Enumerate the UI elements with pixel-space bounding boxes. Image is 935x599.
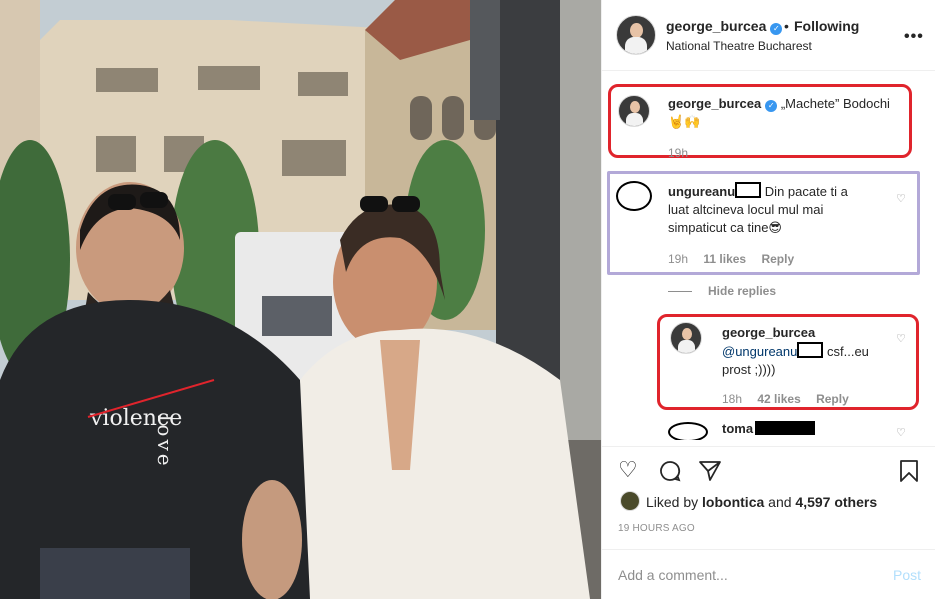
comment-time[interactable]: 19h (668, 252, 688, 266)
add-comment-bar: Post (602, 549, 935, 599)
liked-by-and: and (768, 494, 792, 510)
comment-text-line3: simpaticut ca tine😎 (668, 220, 782, 235)
post-photo[interactable]: violence love (0, 0, 601, 599)
reply-time[interactable]: 18h (722, 392, 742, 406)
caption-text: „Machete” Bodochi (780, 96, 890, 111)
liked-by-prefix: Liked by (646, 494, 699, 510)
post-timestamp[interactable]: 19 HOURS AGO (618, 523, 695, 534)
header-separator: • (784, 18, 789, 34)
hide-replies-button[interactable]: Hide replies (668, 284, 776, 298)
shirt-text-love: love (153, 415, 177, 469)
liked-by-others[interactable]: 4,597 others (795, 494, 877, 510)
caption-body: george_burcea ✓ „Machete” Bodochi 🤘🙌 (668, 95, 898, 131)
caption-avatar[interactable] (618, 95, 650, 127)
verified-badge-icon: ✓ (770, 23, 783, 35)
reply-username[interactable]: george_burcea (722, 324, 902, 342)
redacted-avatar (616, 181, 652, 211)
caption-time[interactable]: 19h (668, 146, 688, 160)
comment-reply-button[interactable]: Reply (761, 252, 794, 266)
post-location[interactable]: National Theatre Bucharest (666, 39, 812, 53)
author-username-row[interactable]: george_burcea ✓ (666, 18, 783, 35)
comment-like-heart-icon[interactable]: ♡ (896, 192, 906, 205)
partial-comment-body: toma (722, 420, 816, 438)
comment-username[interactable]: ungureanu (668, 184, 735, 199)
partial-comment-username[interactable]: toma (722, 421, 753, 436)
following-button[interactable]: Following (794, 18, 859, 34)
post-actions: ♡ Liked by lobontica and 4,597 others 19… (602, 446, 935, 599)
caption-emoji: 🤘🙌 (668, 114, 701, 129)
comments-list[interactable]: george_burcea ✓ „Machete” Bodochi 🤘🙌 19h … (602, 72, 935, 440)
reply-avatar[interactable] (670, 322, 702, 354)
post-button[interactable]: Post (893, 567, 921, 583)
bookmark-icon[interactable] (898, 457, 920, 489)
reply-likes[interactable]: 42 likes (757, 392, 800, 406)
liked-by-avatar[interactable] (620, 491, 640, 511)
partial-comment-heart-icon[interactable]: ♡ (896, 426, 906, 439)
heart-icon[interactable]: ♡ (618, 457, 638, 483)
caption-username[interactable]: george_burcea (668, 96, 761, 111)
redaction-box (735, 182, 762, 198)
liked-by-user[interactable]: lobontica (702, 494, 764, 510)
add-comment-input[interactable] (618, 565, 868, 585)
comment-body: ungureanu Din pacate ti a luat altcineva… (668, 182, 896, 237)
author-avatar[interactable] (616, 15, 656, 55)
reply-reply-button[interactable]: Reply (816, 392, 849, 406)
comment-text-line1: Din pacate ti a (764, 184, 848, 199)
post-header: george_burcea ✓ • Following National Thea… (602, 0, 935, 71)
verified-badge-icon: ✓ (765, 100, 778, 112)
liked-by-text: Liked by lobontica and 4,597 others (646, 494, 877, 510)
redacted-avatar (668, 422, 708, 440)
post-side-panel: george_burcea ✓ • Following National Thea… (601, 0, 935, 599)
comment-meta: 19h 11 likes Reply (668, 252, 794, 266)
author-username[interactable]: george_burcea (666, 18, 766, 34)
reply-like-heart-icon[interactable]: ♡ (896, 332, 906, 345)
redaction-box (797, 342, 824, 358)
comment-likes[interactable]: 11 likes (703, 252, 746, 266)
photo-illustration: violence love (0, 0, 601, 599)
comment-icon[interactable] (658, 457, 682, 489)
reply-text-line1: csf...eu (827, 344, 869, 359)
reply-text-line2: prost ;)))) (722, 362, 776, 377)
share-icon[interactable] (698, 457, 722, 489)
reply-meta: 18h 42 likes Reply (722, 392, 849, 406)
redaction-bar (755, 421, 816, 435)
comment-text-line2: luat altcineva locul mul mai (668, 202, 824, 217)
reply-mention[interactable]: @ungureanu (722, 344, 797, 359)
more-options-icon[interactable]: ••• (904, 28, 924, 46)
reply-body: george_burcea @ungureanu csf...eu prost … (722, 324, 902, 379)
